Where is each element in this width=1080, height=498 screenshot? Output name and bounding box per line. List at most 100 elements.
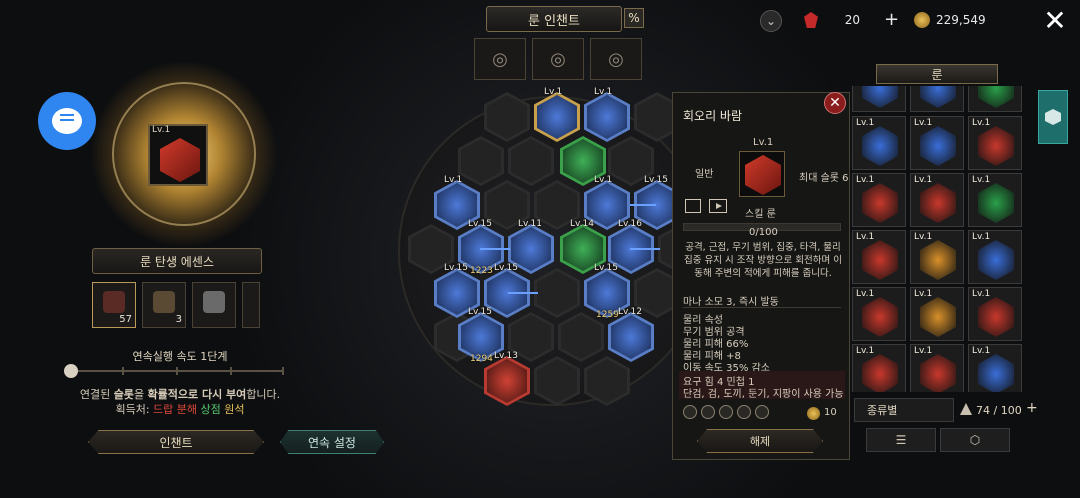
rune-link bbox=[630, 204, 656, 206]
tooltip-rune-type: 스킬 룬 bbox=[745, 209, 776, 220]
weapon-icons bbox=[683, 405, 793, 423]
tooltip-close-icon[interactable]: ✕ bbox=[824, 92, 846, 114]
inventory-rune-cell[interactable]: Lv.1 bbox=[968, 344, 1022, 392]
inventory-count: 74 / 100 bbox=[976, 404, 1022, 417]
inventory-rune-cell[interactable]: Lv.1 bbox=[910, 287, 964, 341]
inventory-rune-cell[interactable]: Lv.1 bbox=[852, 230, 906, 284]
hex-level: Lv.13 bbox=[494, 351, 518, 361]
inventory-rune-cell[interactable]: Lv.1 bbox=[910, 230, 964, 284]
inventory-rune-cell[interactable]: Lv.1 bbox=[968, 230, 1022, 284]
rune-link bbox=[480, 248, 510, 250]
expand-inventory-button[interactable]: + bbox=[1026, 400, 1038, 416]
page-title: 룬 인챈트 bbox=[486, 6, 622, 32]
staff-icon bbox=[755, 405, 769, 419]
rune-inventory-grid: Lv.1 Lv.1 Lv.1 Lv.1 Lv.1 Lv.1 Lv.1 Lv.1 Lv.1 Lv.1… bbox=[852, 86, 1024, 392]
tooltip-description: 공격, 근접, 무기 범위, 집중, 타격, 물리 집중 유지 시 조작 방향으… bbox=[684, 242, 842, 279]
add-gem-button[interactable]: + bbox=[884, 9, 899, 30]
hex-level: Lv.12 bbox=[618, 307, 642, 317]
rune-tooltip: 회오리 바람 Lv.1 일반 최대 슬롯 6 스킬 룬 0/100 공격, 근접… bbox=[672, 92, 850, 460]
list-view-button[interactable]: ☰ bbox=[866, 428, 936, 452]
hex-level: Lv.15 bbox=[468, 219, 492, 229]
gold-coin-icon bbox=[914, 12, 930, 28]
slider-tick bbox=[282, 367, 284, 375]
hex-count: 1223 bbox=[470, 266, 493, 276]
rune-link bbox=[508, 292, 538, 294]
inventory-rune-cell[interactable]: Lv.1 bbox=[968, 173, 1022, 227]
tooltip-weapon-restriction: 단검, 검, 도끼, 둔기, 지팡이 사용 가능 bbox=[683, 389, 844, 400]
hex-count: 1294 bbox=[470, 354, 493, 364]
hex-level: Lv.16 bbox=[618, 219, 642, 229]
slider-tick bbox=[176, 367, 178, 375]
unequip-button[interactable]: 해제 bbox=[697, 429, 823, 453]
equipped-rune-slots: ◎ ◎ ◎ bbox=[474, 38, 642, 80]
percent-button[interactable]: % bbox=[624, 8, 644, 28]
tooltip-cost: 10 bbox=[824, 407, 837, 418]
hex-level: Lv.15 bbox=[644, 175, 668, 185]
essence-item-2[interactable]: 3 bbox=[142, 282, 186, 328]
tooltip-mana: 마나 소모 3, 즉시 발동 bbox=[683, 297, 779, 308]
rune-slot-1[interactable]: ◎ bbox=[474, 38, 526, 80]
hex-level: Lv.1 bbox=[444, 175, 463, 185]
sort-dropdown[interactable]: 종류별 bbox=[854, 398, 954, 422]
gold-coin-icon bbox=[807, 407, 820, 420]
essence-item-1[interactable]: 57 bbox=[92, 282, 136, 328]
inventory-rune-cell[interactable]: Lv.1 bbox=[968, 287, 1022, 341]
close-button[interactable]: ✕ bbox=[1040, 6, 1070, 36]
speed-slider-knob[interactable] bbox=[64, 364, 78, 378]
hex-level: Lv.15 bbox=[468, 307, 492, 317]
essence-items: 57 3 bbox=[92, 282, 264, 328]
tooltip-grade: 일반 bbox=[695, 169, 714, 180]
inventory-rune-cell[interactable]: Lv.1 bbox=[852, 116, 906, 170]
rune-slot-2[interactable]: ◎ bbox=[532, 38, 584, 80]
selected-rune-icon[interactable]: Lv.1 bbox=[148, 124, 208, 186]
share-icon[interactable] bbox=[685, 199, 701, 213]
inventory-rune-cell[interactable]: Lv.1 bbox=[852, 173, 906, 227]
gold-count: 229,549 bbox=[936, 13, 986, 27]
chevron-down-icon[interactable]: ⌄ bbox=[760, 10, 782, 32]
slider-tick bbox=[230, 367, 232, 375]
rune-tab-icon[interactable] bbox=[1038, 90, 1068, 144]
enchant-button[interactable]: 인챈트 bbox=[88, 430, 264, 454]
selected-rune-level: Lv.1 bbox=[152, 125, 171, 135]
mace-icon bbox=[737, 405, 751, 419]
acquisition-sources: 획득처: 드랍 분해 상점 원석 bbox=[115, 403, 245, 416]
essence-item-4[interactable] bbox=[242, 282, 260, 328]
inventory-title: 룬 bbox=[876, 64, 998, 84]
cube-view-button[interactable]: ⬡ bbox=[940, 428, 1010, 452]
tooltip-level: Lv.1 bbox=[753, 137, 774, 148]
slider-tick bbox=[122, 367, 124, 375]
inventory-rune-cell[interactable]: Lv.1 bbox=[910, 116, 964, 170]
inventory-rune-cell[interactable] bbox=[910, 86, 964, 112]
rune-slot-3[interactable]: ◎ bbox=[590, 38, 642, 80]
hex-level: Lv.15 bbox=[444, 263, 468, 273]
rune-link bbox=[630, 248, 660, 250]
continuous-settings-button[interactable]: 연속 설정 bbox=[280, 430, 384, 454]
inventory-rune-cell[interactable]: Lv.1 bbox=[910, 173, 964, 227]
hex-level: Lv.11 bbox=[518, 219, 542, 229]
enchant-description: 연결된 슬롯을 확률적으로 다시 부여합니다. bbox=[79, 388, 281, 401]
chat-bubble-icon[interactable] bbox=[38, 92, 96, 150]
inventory-rune-cell[interactable]: Lv.1 bbox=[852, 287, 906, 341]
inventory-rune-cell[interactable] bbox=[852, 86, 906, 112]
hex-level: Lv.14 bbox=[570, 219, 594, 229]
tooltip-rune-icon bbox=[739, 151, 785, 197]
tooltip-progress-text: 0/100 bbox=[749, 227, 778, 238]
play-video-icon[interactable] bbox=[709, 199, 727, 213]
inventory-rune-cell[interactable] bbox=[968, 86, 1022, 112]
dagger-icon bbox=[683, 405, 697, 419]
tooltip-max-slot: 최대 슬롯 6 bbox=[799, 173, 849, 184]
hex-count: 1259 bbox=[596, 310, 619, 320]
hex-level: Lv.1 bbox=[594, 175, 613, 185]
inventory-rune-cell[interactable]: Lv.1 bbox=[852, 344, 906, 392]
hex-level: Lv.15 bbox=[494, 263, 518, 273]
gem-count: 20 bbox=[844, 13, 860, 27]
speed-label: 연속실행 속도 1단계 bbox=[132, 350, 228, 363]
essence-label: 룬 탄생 에센스 bbox=[92, 248, 262, 274]
essence-item-3[interactable] bbox=[192, 282, 236, 328]
divider bbox=[683, 307, 841, 308]
inventory-rune-cell[interactable]: Lv.1 bbox=[968, 116, 1022, 170]
axe-icon bbox=[719, 405, 733, 419]
hex-level: Lv.15 bbox=[594, 263, 618, 273]
hex-level: Lv.1 bbox=[544, 87, 563, 97]
inventory-rune-cell[interactable]: Lv.1 bbox=[910, 344, 964, 392]
